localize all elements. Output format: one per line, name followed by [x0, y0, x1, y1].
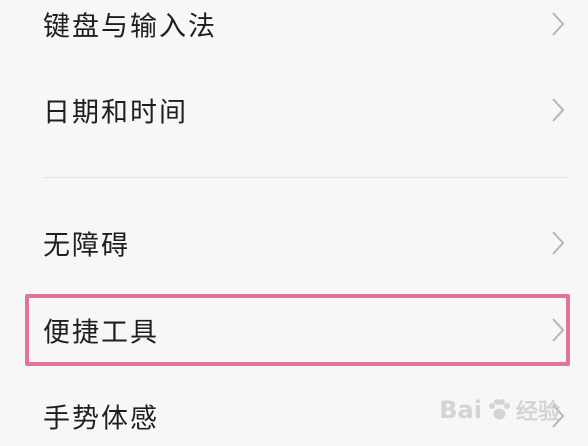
chevron-right-icon	[552, 12, 565, 36]
chevron-right-icon	[552, 98, 565, 122]
watermark-text: Bai	[439, 396, 482, 424]
settings-item-keyboard-input[interactable]: 键盘与输入法	[0, 0, 588, 66]
paw-icon	[488, 399, 510, 420]
baidu-watermark: Bai 经验	[439, 394, 560, 426]
chevron-right-icon	[552, 231, 565, 255]
chevron-right-icon	[552, 318, 565, 342]
section-divider	[43, 177, 568, 178]
settings-item-label: 便捷工具	[43, 317, 159, 349]
settings-item-label: 日期和时间	[43, 97, 188, 129]
settings-item-label: 键盘与输入法	[43, 11, 217, 43]
settings-screen: 键盘与输入法 日期和时间 无障碍 便捷工具 手势体感 Bai 经验	[0, 0, 588, 446]
settings-item-shortcut-tools[interactable]: 便捷工具	[0, 288, 588, 372]
settings-item-label: 无障碍	[43, 230, 130, 262]
settings-item-accessibility[interactable]: 无障碍	[0, 201, 588, 285]
watermark-text-2: 经验	[515, 400, 560, 425]
settings-item-label: 手势体感	[43, 403, 159, 435]
settings-item-date-time[interactable]: 日期和时间	[0, 68, 588, 152]
